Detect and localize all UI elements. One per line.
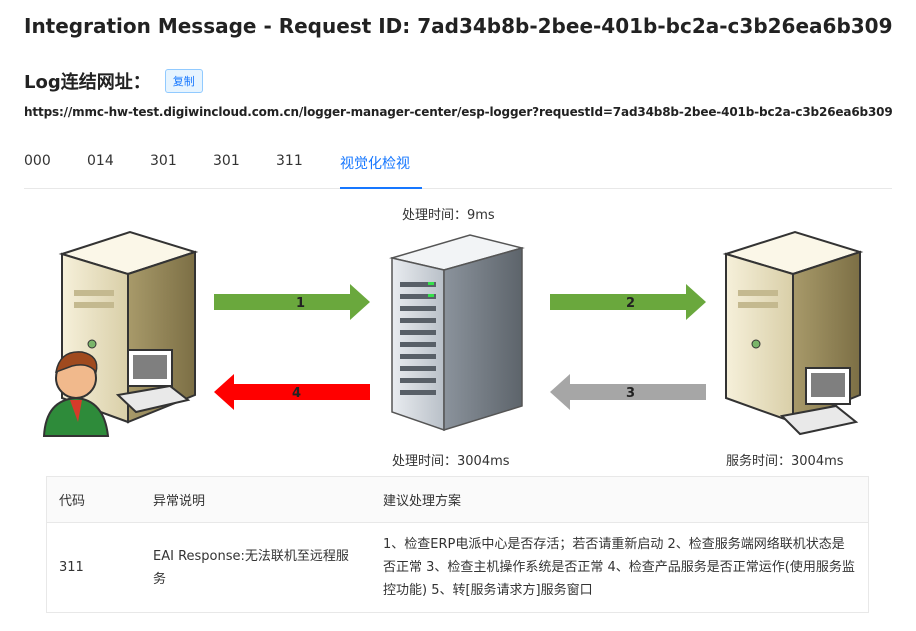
arrow-3: 3 [550,374,706,410]
active-tab-indicator [340,187,422,189]
tab-000[interactable]: 000 [24,153,51,169]
server-icon [389,234,525,432]
table-row: 311 EAI Response:无法联机至远程服务 1、检查ERP电派中心是否… [47,523,869,613]
tab-301[interactable]: 301 [150,153,177,169]
tab-visual-inspection[interactable]: 视觉化检视 [340,153,410,173]
diagram-graphics: 1 2 3 4 [42,230,864,437]
error-table: 代码 异常说明 建议处理方案 311 EAI Response:无法联机至远程服… [46,476,869,613]
header-suggestion: 建议处理方案 [371,476,869,523]
header-description: 异常说明 [141,476,371,523]
log-link-row: Log连结网址： 复制 [24,68,203,94]
tab-301-second[interactable]: 301 [213,153,240,169]
visual-diagram: 处理时间：9ms 处理时间：3004ms 服务时间：3004ms 1 2 3 4 [0,190,916,475]
log-url[interactable]: https://mmc-hw-test.digiwincloud.com.cn/… [24,105,893,119]
tab-311[interactable]: 311 [276,153,303,169]
arrow-2: 2 [550,284,706,320]
copy-button[interactable]: 复制 [164,69,203,93]
log-link-label: Log连结网址： [24,72,151,93]
page-title: Integration Message - Request ID: 7ad34b… [24,14,893,38]
header-code: 代码 [46,476,141,523]
arrow-3-label: 3 [626,386,635,401]
service-computer-icon [722,230,864,436]
row-description: EAI Response:无法联机至远程服务 [153,548,349,587]
arrow-4: 4 [214,374,370,410]
row-suggestion: 1、检查ERP电派中心是否存活；若否请重新启动 2、检查服务端网络联机状态是否正… [383,537,855,598]
tab-bar: 000 014 301 301 311 视觉化检视 [24,148,892,189]
tab-014[interactable]: 014 [87,153,114,169]
arrow-1: 1 [214,284,370,320]
arrow-1-label: 1 [296,296,305,311]
table-header-row: 代码 异常说明 建议处理方案 [46,476,869,523]
row-code: 311 [59,560,84,575]
arrow-4-label: 4 [292,386,301,401]
arrow-2-label: 2 [626,296,635,311]
